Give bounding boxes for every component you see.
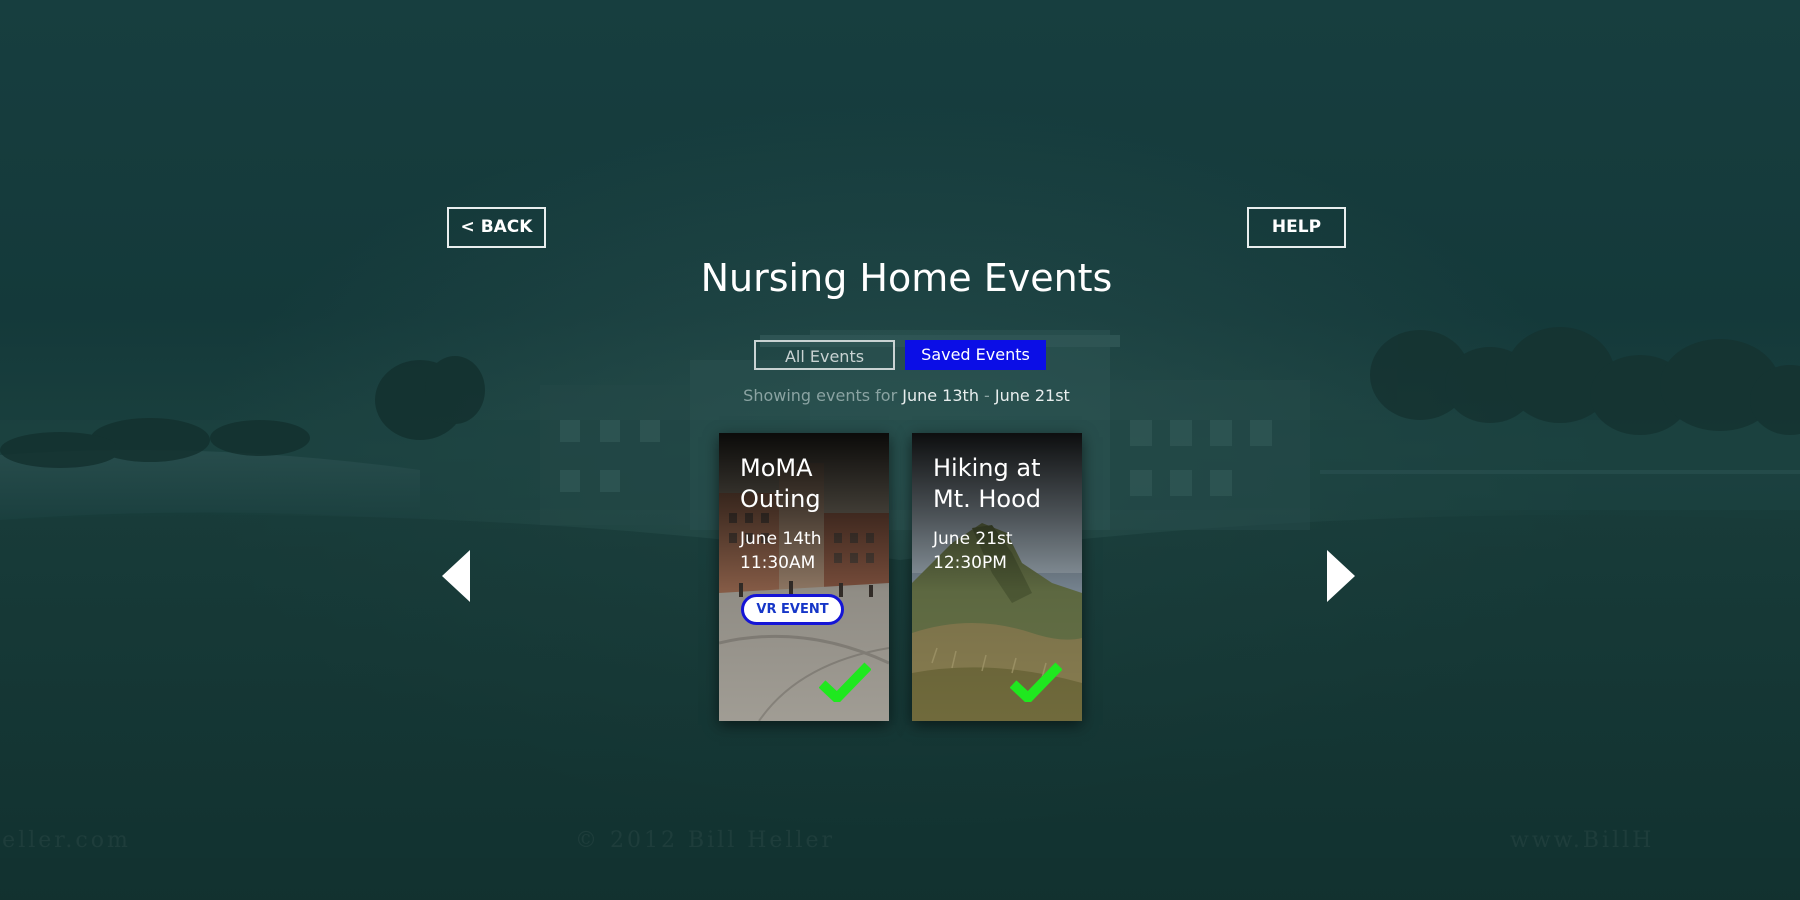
checkmark-icon[interactable] (1010, 662, 1062, 702)
checkmark-icon[interactable] (819, 662, 871, 702)
event-title: MoMA Outing (740, 454, 821, 513)
event-card-mt-hood[interactable]: Hiking at Mt. Hood June 21st 12:30PM (912, 433, 1082, 721)
date-range-caption: Showing events for June 13th - June 21st (0, 386, 1800, 405)
event-time: 12:30PM (933, 553, 1007, 573)
tab-all-events[interactable]: All Events (754, 340, 895, 370)
date-range-start: June 13th (902, 386, 979, 405)
chevron-right-icon[interactable] (1325, 550, 1355, 602)
vr-event-badge: VR EVENT (741, 594, 844, 625)
page-title: Nursing Home Events (700, 256, 1113, 300)
event-datetime: June 14th 11:30AM (740, 527, 822, 575)
watermark-right: www.BillH (1510, 828, 1655, 853)
watermark-left: Heller.com (0, 828, 131, 853)
tab-saved-events[interactable]: Saved Events (905, 340, 1046, 370)
event-date: June 14th (740, 529, 822, 549)
photo-watermark: Heller.com © 2012 Bill Heller www.BillH (0, 828, 1800, 856)
panorama-background (0, 327, 1800, 900)
event-time: 11:30AM (740, 553, 816, 573)
event-card-moma[interactable]: MoMA Outing June 14th 11:30AM VR EVENT (719, 433, 889, 721)
date-range-end: June 21st (994, 386, 1070, 405)
chevron-left-icon[interactable] (442, 550, 472, 602)
event-title: Hiking at Mt. Hood (933, 454, 1042, 513)
event-date: June 21st (933, 529, 1013, 549)
date-range-prefix: Showing events for (743, 386, 898, 405)
date-range-separator: - (984, 386, 990, 405)
event-datetime: June 21st 12:30PM (933, 527, 1013, 575)
help-button[interactable]: HELP (1247, 207, 1346, 248)
watermark-center: © 2012 Bill Heller (575, 828, 836, 853)
back-button[interactable]: < BACK (447, 207, 546, 248)
event-browser-scene: Heller.com © 2012 Bill Heller www.BillH … (0, 0, 1800, 900)
